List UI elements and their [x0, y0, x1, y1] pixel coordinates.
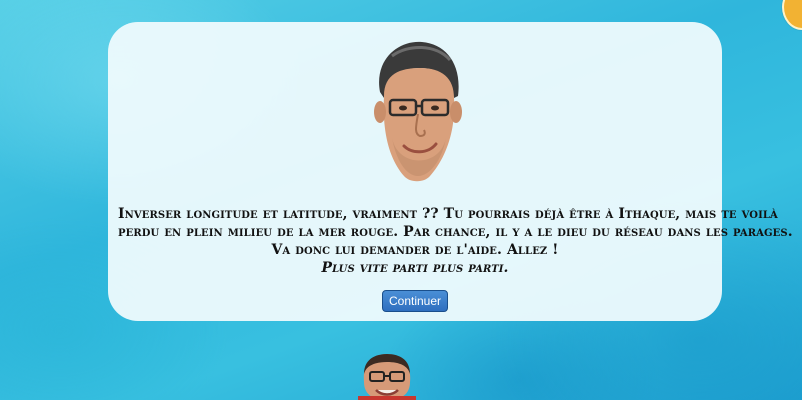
network-god-avatar-icon	[358, 354, 416, 400]
continue-button[interactable]: Continuer	[382, 290, 448, 312]
dialog-panel: Inverser longitude et latitude, vraiment…	[108, 22, 793, 321]
message-line: Va donc lui demander de l'aide. Allez !	[271, 242, 559, 258]
message-line: perdu en plein milieu de la mer rouge. P…	[118, 224, 793, 240]
message-line: Inverser longitude et latitude, vraiment…	[118, 206, 778, 222]
dialog-message: Inverser longitude et latitude, vraiment…	[118, 205, 793, 277]
message-tagline: Plus vite parti plus parti.	[321, 260, 509, 276]
character-avatar-icon	[374, 41, 462, 182]
corner-marker-icon	[782, 0, 802, 30]
